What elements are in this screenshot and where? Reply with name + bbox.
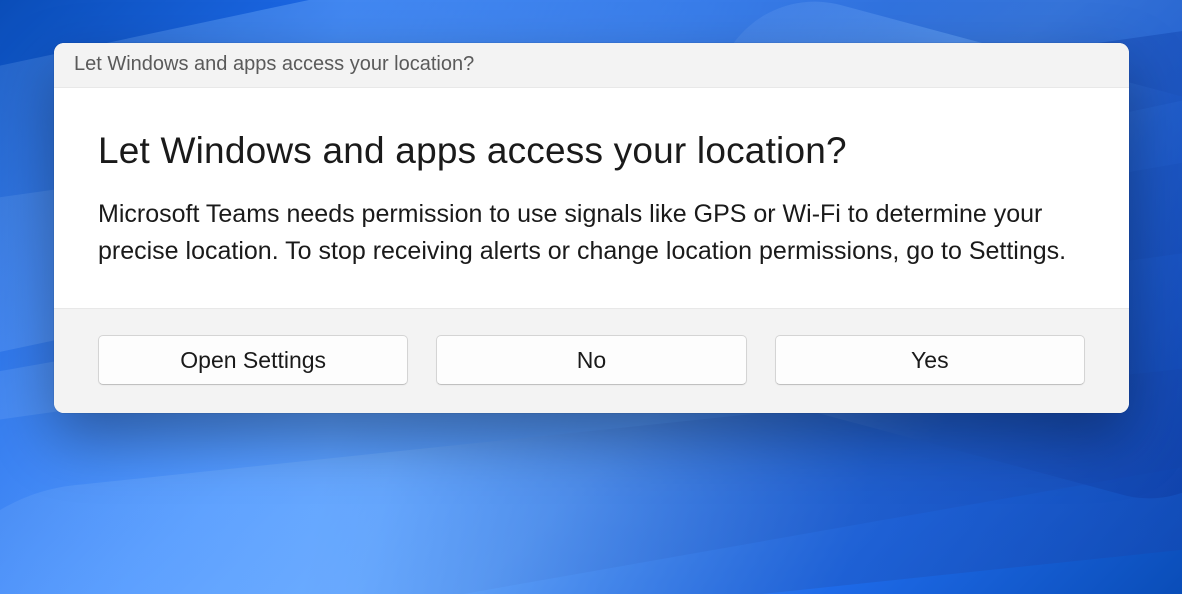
open-settings-button[interactable]: Open Settings xyxy=(98,335,408,385)
dialog-button-bar: Open Settings No Yes xyxy=(54,308,1129,413)
no-button[interactable]: No xyxy=(436,335,746,385)
dialog-heading: Let Windows and apps access your locatio… xyxy=(98,130,1085,172)
dialog-body-text: Microsoft Teams needs permission to use … xyxy=(98,196,1085,270)
location-permission-dialog: Let Windows and apps access your locatio… xyxy=(54,43,1129,413)
dialog-titlebar[interactable]: Let Windows and apps access your locatio… xyxy=(54,43,1129,88)
yes-button[interactable]: Yes xyxy=(775,335,1085,385)
dialog-content: Let Windows and apps access your locatio… xyxy=(54,88,1129,308)
dialog-titlebar-text: Let Windows and apps access your locatio… xyxy=(74,53,1109,76)
